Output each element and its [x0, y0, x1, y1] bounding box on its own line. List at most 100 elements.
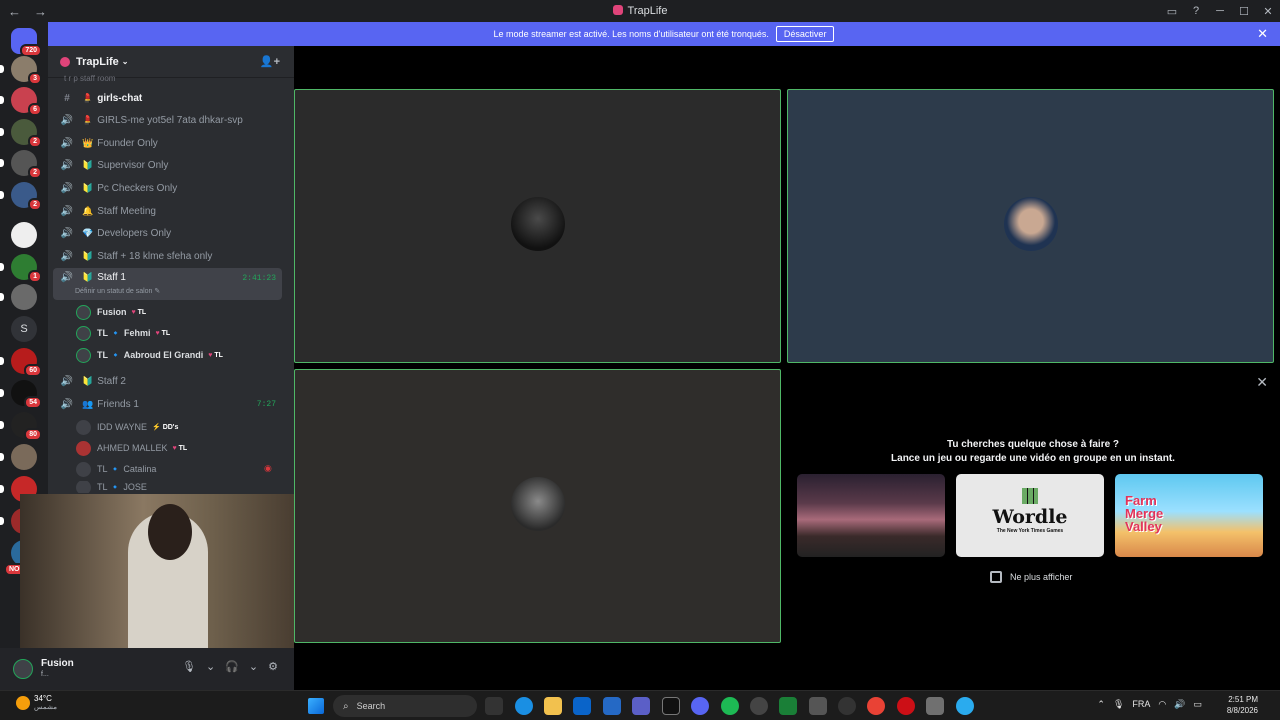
back-icon[interactable]: ←	[8, 4, 26, 19]
spotify-icon[interactable]	[721, 697, 739, 715]
store-icon[interactable]	[603, 697, 621, 715]
server-icon[interactable]: 54	[0, 380, 42, 409]
battery-icon[interactable]: ▭	[1193, 699, 1202, 710]
voice-user[interactable]: TL 🔹 Catalina	[76, 460, 156, 478]
taskbar-search[interactable]: ⌕ Search	[333, 695, 477, 717]
teams-icon[interactable]	[632, 697, 650, 715]
wifi-icon[interactable]: ◠	[1158, 699, 1166, 710]
weather-widget[interactable]: 34°C مشمس	[16, 694, 57, 711]
chevron-down-icon[interactable]: ⌄	[206, 660, 215, 673]
start-button[interactable]	[308, 698, 324, 714]
channel-voice[interactable]: 🔊 💄 GIRLS-me yot5el 7ata dhkar-svp	[56, 110, 282, 130]
avatar	[76, 325, 91, 341]
server-icon[interactable]: 2	[0, 119, 42, 148]
chevron-up-icon[interactable]: ⌃	[1097, 699, 1105, 710]
language-indicator[interactable]: FRA	[1132, 699, 1150, 710]
voice-user[interactable]: TL 🔹 Aabroud El Grandi ♥ TL	[76, 346, 223, 364]
app-icon[interactable]	[750, 697, 768, 715]
help-icon[interactable]: ?	[1184, 5, 1208, 17]
minimize-icon[interactable]: ─	[1208, 5, 1232, 17]
edge-icon[interactable]	[515, 697, 533, 715]
checkbox[interactable]	[990, 571, 1002, 583]
banner-close-icon[interactable]: ✕	[1257, 26, 1268, 42]
forward-icon[interactable]: →	[34, 4, 52, 19]
activity-card-wordle[interactable]: Wordle The New York Times Games	[956, 474, 1104, 557]
task-view-icon[interactable]	[485, 697, 503, 715]
server-icon[interactable]: 80	[0, 412, 42, 441]
chevron-down-icon[interactable]: ⌄	[249, 660, 258, 673]
channel-voice[interactable]: 🔊 🔔 Staff Meeting	[56, 201, 282, 221]
voice-user[interactable]: AHMED MALLEK ♥ TL	[76, 439, 187, 457]
close-icon[interactable]: ✕	[1256, 5, 1280, 18]
dont-show-again[interactable]: Ne plus afficher	[990, 571, 1072, 583]
channel-friends-1[interactable]: 🔊 👥 Friends 1 7:27	[56, 394, 282, 414]
user-tag: ♥ TL	[208, 351, 223, 359]
activity-card-store[interactable]	[797, 474, 945, 557]
chevron-down-icon: ⌄	[121, 57, 129, 66]
volume-icon[interactable]: 🔊	[1174, 699, 1185, 710]
headset-icon[interactable]: 🎧	[225, 660, 239, 673]
outlook-icon[interactable]	[573, 697, 591, 715]
calculator-icon[interactable]	[809, 697, 827, 715]
channel-voice[interactable]: 🔊 🔰 Supervisor Only	[56, 155, 282, 175]
server-icon[interactable]: 2	[0, 182, 42, 211]
channel-voice[interactable]: 🔊 🔰 Staff + 18 klme sfeha only	[56, 246, 282, 266]
inbox-icon[interactable]: ▭	[1160, 5, 1184, 18]
activity-card-farm[interactable]: Farm Merge Valley	[1115, 474, 1263, 557]
home-button[interactable]: 720	[11, 28, 42, 57]
server-icon[interactable]: 1	[0, 254, 42, 283]
voice-user[interactable]: TL 🔹 Fehmi ♥ TL	[76, 324, 170, 342]
microphone-icon[interactable]: 🎙	[1113, 699, 1124, 710]
avatar	[76, 440, 91, 456]
video-tile[interactable]	[294, 369, 781, 643]
video-tile[interactable]	[787, 89, 1274, 363]
settings-icon[interactable]	[926, 697, 944, 715]
participant-avatar	[1003, 197, 1058, 251]
server-icon[interactable]: 6	[0, 87, 42, 116]
system-tray[interactable]: ⌃ 🎙 FRA ◠ 🔊 ▭	[1097, 699, 1202, 710]
maximize-icon[interactable]: ☐	[1232, 5, 1256, 18]
channel-voice[interactable]: 🔊 🔰 Staff 2	[56, 371, 282, 391]
server-icon[interactable]	[0, 284, 37, 310]
voice-user[interactable]: IDD WAYNE ⚡ DD's	[76, 418, 178, 436]
channel-voice[interactable]: 🔊 🔰 Pc Checkers Only	[56, 178, 282, 198]
server-icon[interactable]	[0, 444, 37, 470]
opera-icon[interactable]	[897, 697, 915, 715]
server-icon[interactable]: 60	[0, 348, 42, 377]
channel-partial[interactable]: t r p staff room	[56, 72, 282, 84]
microphone-icon[interactable]: 🎙	[182, 660, 196, 673]
invite-user-icon[interactable]: 👤+	[260, 55, 280, 68]
channel-girls-chat[interactable]: # 💄 girls-chat	[56, 88, 282, 108]
user-tag: ♥ TL	[172, 444, 188, 452]
voice-user[interactable]: Fusion ♥ TL	[76, 303, 146, 321]
server-icon-s[interactable]: S	[11, 316, 37, 342]
avatar	[76, 304, 91, 320]
user-avatar[interactable]	[13, 659, 33, 679]
speaker-icon: 🔊	[60, 114, 74, 126]
channel-voice[interactable]: 🔊 💎 Developers Only	[56, 223, 282, 243]
disable-streamer-button[interactable]: Désactiver	[775, 26, 835, 42]
activity-suggestion-panel: ✕ Tu cherches quelque chose à faire ? Lan…	[786, 370, 1280, 642]
file-explorer-icon[interactable]	[544, 697, 562, 715]
participant-avatar	[510, 477, 565, 531]
telegram-icon[interactable]	[956, 697, 974, 715]
set-channel-status[interactable]: Définir un statut de salon ✎	[75, 287, 160, 295]
server-icon[interactable]: 2	[0, 150, 42, 179]
settings-icon[interactable]: ⚙	[268, 660, 278, 673]
avatar	[76, 481, 91, 493]
server-icon[interactable]	[11, 222, 37, 248]
voice-user[interactable]: TL 🔹 JOSE	[76, 481, 147, 493]
clock[interactable]: 2:51 PM 8/8/2026	[1227, 694, 1258, 716]
app-icon[interactable]	[779, 697, 797, 715]
chrome-icon[interactable]	[867, 697, 885, 715]
discord-icon[interactable]	[691, 697, 709, 715]
server-icon[interactable]: 3	[0, 56, 42, 85]
user-tag: ⚡ DD's	[152, 424, 179, 431]
channel-staff-1[interactable]: 🔊 🔰 Staff 1 2:41:23 Définir un statut de sal…	[53, 268, 282, 300]
self-camera-preview[interactable]	[20, 494, 294, 648]
channel-voice[interactable]: 🔊 👑 Founder Only	[56, 133, 282, 153]
app-icon[interactable]	[838, 697, 856, 715]
video-tile[interactable]	[294, 89, 781, 363]
terminal-icon[interactable]	[662, 697, 680, 715]
close-icon[interactable]: ✕	[1256, 374, 1268, 391]
